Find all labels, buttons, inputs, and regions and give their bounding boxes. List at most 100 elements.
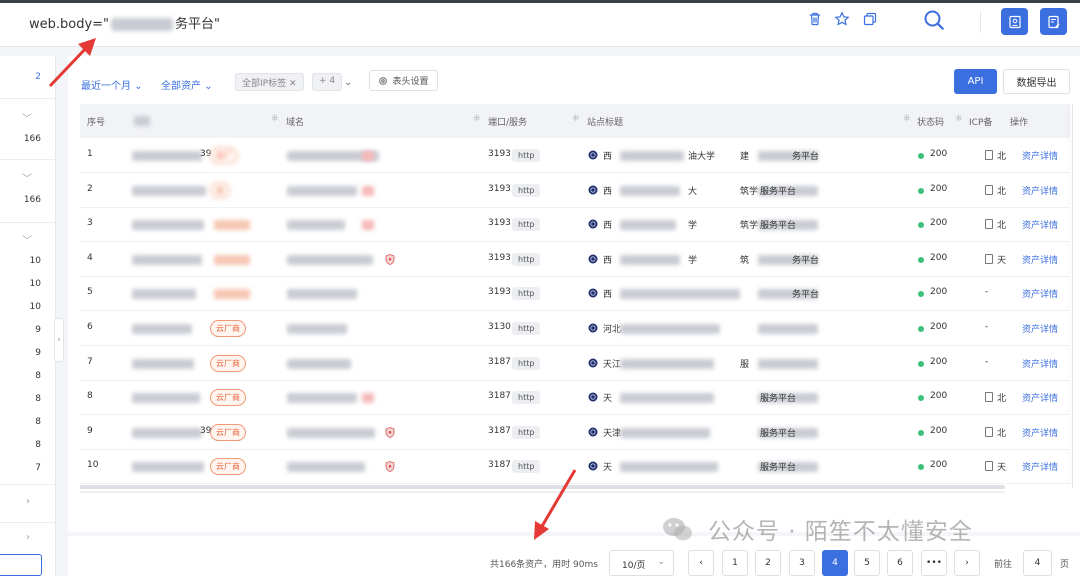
- more-tags-chip[interactable]: + 4: [312, 73, 343, 91]
- page-size-select[interactable]: 10/页 ⌄: [609, 550, 674, 576]
- asset-detail-link[interactable]: 资产详情: [1022, 253, 1058, 266]
- asset-detail-link[interactable]: 资产详情: [1022, 322, 1058, 335]
- site-favicon-icon: [588, 185, 598, 195]
- report-button[interactable]: [1040, 8, 1067, 35]
- star-icon[interactable]: [834, 11, 850, 27]
- table-row[interactable]: 1 39 云厂 3193 http 西油大学建务平台 200 北资产详情: [80, 138, 1070, 173]
- asset-detail-link[interactable]: 资产详情: [1022, 184, 1058, 197]
- service-tag: http: [512, 425, 541, 439]
- sidebar-count[interactable]: 10: [30, 302, 41, 312]
- drag-handle-icon[interactable]: ⁜: [903, 114, 911, 124]
- delete-icon[interactable]: [807, 11, 823, 27]
- asset-detail-link[interactable]: 资产详情: [1022, 460, 1058, 473]
- chevron-down-icon[interactable]: ﹀: [22, 110, 32, 125]
- drag-handle-icon[interactable]: ⁜: [572, 114, 580, 124]
- sidebar-count[interactable]: 10: [30, 279, 41, 289]
- sidebar-count[interactable]: 9: [35, 325, 41, 335]
- close-icon[interactable]: ✕: [289, 79, 297, 89]
- page-button[interactable]: 3: [789, 550, 815, 576]
- col-icp-header: ICP备: [969, 118, 993, 128]
- asset-detail-link[interactable]: 资产详情: [1022, 426, 1058, 439]
- document-icon: [985, 461, 993, 472]
- domain-redacted: [287, 220, 345, 231]
- chevron-right-icon[interactable]: ›: [26, 496, 30, 507]
- service-tag: http: [512, 322, 541, 335]
- ip-tag-chip[interactable]: 全部IP标签 ✕: [235, 73, 304, 91]
- table-row[interactable]: 7 云厂商 3187 http 天江 服 200 - 资产详情: [80, 346, 1070, 381]
- table-row[interactable]: 5 3193 http 西 务平台 200 - 资产详情: [80, 276, 1070, 312]
- page-button[interactable]: 1: [722, 550, 748, 576]
- goto-page-input[interactable]: 4: [1023, 550, 1052, 576]
- table-row[interactable]: 2 云 3193 http 西 大 筑学 服务平台 200 北 资产详情: [80, 173, 1070, 208]
- site-title-head: 河北: [603, 325, 622, 335]
- asset-detail-link[interactable]: 资产详情: [1022, 391, 1058, 404]
- more-pages-button[interactable]: •••: [921, 550, 947, 576]
- asset-detail-link[interactable]: 资产详情: [1022, 287, 1058, 300]
- export-data-button[interactable]: 数据导出: [1003, 69, 1070, 94]
- sidebar-collapse-handle[interactable]: ‹: [54, 318, 64, 362]
- sidebar-count[interactable]: 10: [30, 256, 41, 266]
- site-title-redacted: [758, 324, 818, 334]
- ip-redacted: [132, 427, 202, 438]
- copy-icon[interactable]: [862, 11, 878, 27]
- table-row[interactable]: 6 云厂商 3130 http 河北 200 - 资产详情: [80, 311, 1070, 346]
- api-button[interactable]: API: [954, 69, 997, 94]
- chevron-right-icon[interactable]: ›: [26, 532, 30, 543]
- site-title-head: 西: [603, 152, 613, 162]
- search-icon[interactable]: [922, 8, 946, 32]
- asset-detail-link[interactable]: 资产详情: [1022, 357, 1058, 370]
- sidebar-count[interactable]: 9: [35, 348, 41, 358]
- site-title-redacted: [620, 462, 718, 473]
- sidebar-count[interactable]: 8: [35, 417, 41, 427]
- chevron-down-icon[interactable]: ﹀: [22, 232, 32, 247]
- site-favicon-icon: [588, 254, 598, 264]
- sidebar-count[interactable]: 7: [35, 463, 41, 473]
- time-filter-dropdown[interactable]: 最近一个月 ⌄: [81, 77, 143, 92]
- site-title-tail: 服务平台: [760, 428, 797, 439]
- next-page-button[interactable]: ›: [954, 550, 980, 576]
- prev-page-button[interactable]: ‹: [688, 550, 714, 576]
- page-button[interactable]: 6: [887, 550, 913, 576]
- asset-detail-link[interactable]: 资产详情: [1022, 149, 1058, 162]
- site-title-mid: 学: [688, 221, 698, 232]
- drag-handle-icon[interactable]: ⁜: [473, 114, 481, 124]
- status-code: 200: [930, 252, 948, 263]
- page-button-current[interactable]: 4: [822, 550, 848, 576]
- status-ok-dot: [918, 429, 924, 436]
- asset-detail-link[interactable]: 资产详情: [1022, 218, 1058, 231]
- cloud-vendor-tag: 云: [210, 181, 230, 199]
- port-number: 3130: [488, 322, 511, 332]
- row-index: 1: [87, 149, 93, 159]
- ip-redacted: [132, 324, 192, 334]
- search-query[interactable]: web.body=" 务平台": [29, 13, 220, 32]
- screen-save-button[interactable]: [1001, 8, 1028, 35]
- table-row[interactable]: 3 3193 http 西 学 筑学 服务平台 200 北 资产详情: [80, 207, 1070, 243]
- ip-redacted: [132, 462, 204, 473]
- sidebar-count[interactable]: 166: [24, 195, 41, 205]
- sidebar-count[interactable]: 166: [24, 134, 41, 144]
- sidebar-input[interactable]: [0, 554, 42, 576]
- port-number: 3187: [488, 425, 511, 436]
- page-button[interactable]: 2: [755, 550, 781, 576]
- table-row[interactable]: 4 3193 http 西 学 筑 务平台 200 天 资产详情: [80, 242, 1070, 277]
- drag-handle-icon[interactable]: ⁜: [271, 114, 279, 124]
- table-row[interactable]: 9 39 云厂商 3187 http 天津 服务平台 200 北资产详情: [80, 415, 1070, 450]
- row-index: 6: [87, 322, 93, 332]
- column-settings-button[interactable]: 表头设置: [369, 70, 438, 91]
- chevron-down-icon[interactable]: ⌄: [344, 77, 352, 88]
- sidebar-count[interactable]: 8: [35, 440, 41, 450]
- site-title-mid: 学: [688, 255, 698, 266]
- status-code: 200: [930, 287, 948, 298]
- drag-handle-icon[interactable]: ⁜: [955, 114, 963, 124]
- table-row[interactable]: 10 云厂商 3187 http 天 服务平台 200 天 资产详情: [80, 449, 1070, 485]
- sidebar-count[interactable]: 8: [35, 394, 41, 404]
- asset-filter-dropdown[interactable]: 全部资产 ⌄: [161, 77, 213, 92]
- document-icon: [985, 150, 993, 160]
- horizontal-scrollbar[interactable]: [80, 485, 1005, 489]
- chevron-down-icon[interactable]: ﹀: [22, 170, 32, 185]
- sidebar-count[interactable]: 8: [35, 371, 41, 381]
- page-button[interactable]: 5: [854, 550, 880, 576]
- table-row[interactable]: 8 云厂商 3187 http 天 服务平台 200 北 资产详情: [80, 380, 1070, 416]
- sidebar-count[interactable]: 2: [35, 72, 41, 82]
- ip-redacted: [132, 151, 202, 161]
